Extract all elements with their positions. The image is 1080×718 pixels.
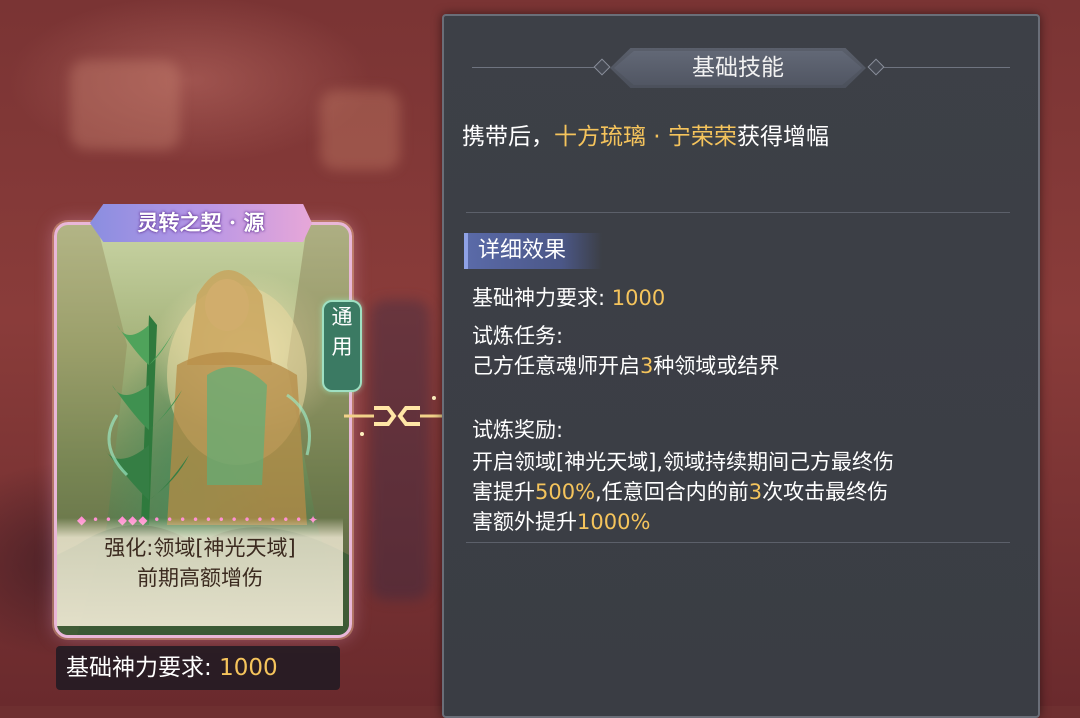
detail-section-title: 详细效果 bbox=[464, 233, 602, 269]
power-requirement: 基础神力要求: 1000 bbox=[472, 284, 1032, 312]
trial-reward-line: 害提升500%,任意回合内的前3次攻击最终伤 bbox=[472, 478, 1032, 506]
card-desc-line: 强化:领域[神光天域] bbox=[104, 536, 296, 560]
universal-tag-char: 用 bbox=[331, 335, 353, 359]
header-divider bbox=[472, 67, 602, 68]
power-req-value: 1000 bbox=[611, 286, 666, 310]
card-req-label: 基础神力要求: bbox=[66, 655, 220, 681]
carry-effect-text: 携带后，十方琉璃 · 宁荣荣获得增幅 bbox=[462, 120, 1022, 154]
reward-number: 3 bbox=[748, 480, 763, 504]
section-divider bbox=[466, 212, 1010, 213]
trial-task-pre: 己方任意魂师开启 bbox=[472, 354, 640, 378]
background-shape bbox=[370, 300, 430, 600]
reward-text: 害额外提升 bbox=[472, 510, 577, 534]
background-shape bbox=[320, 90, 400, 170]
trial-task-label: 试炼任务: bbox=[472, 324, 564, 348]
reward-percent: 1000% bbox=[577, 510, 651, 534]
carry-suffix: 获得增幅 bbox=[736, 124, 829, 150]
reward-percent: 500% bbox=[535, 480, 596, 504]
trial-task-number: 3 bbox=[640, 354, 654, 378]
panel-title: 基础技能 bbox=[692, 55, 784, 81]
power-req-label: 基础神力要求: bbox=[472, 286, 612, 310]
card-title: 灵转之契 · 源 bbox=[137, 210, 265, 235]
background-shape bbox=[70, 60, 180, 150]
section-divider bbox=[466, 542, 1010, 543]
trial-reward-line: 害额外提升1000% bbox=[472, 508, 1032, 536]
trial-task-text: 己方任意魂师开启3种领域或结界 bbox=[472, 352, 1032, 380]
header-divider bbox=[874, 67, 1010, 68]
trial-reward-line: 开启领域[神光天域],领域持续期间己方最终伤 bbox=[472, 450, 895, 474]
universal-tag: 通 用 bbox=[322, 300, 362, 392]
card-req-value: 1000 bbox=[219, 655, 278, 681]
carry-hero-name: 十方琉璃 · 宁荣荣 bbox=[554, 124, 737, 150]
card-description: 强化:领域[神光天域] 前期高额增伤 bbox=[57, 518, 343, 626]
carry-prefix: 携带后， bbox=[462, 124, 554, 150]
reward-text: 次攻击最终伤 bbox=[762, 480, 889, 504]
trial-task-post: 种领域或结界 bbox=[653, 354, 780, 378]
card-power-requirement: 基础神力要求: 1000 bbox=[56, 646, 340, 690]
reward-text: ,任意回合内的前 bbox=[595, 480, 749, 504]
reward-text: 害提升 bbox=[472, 480, 535, 504]
card-desc-line: 前期高额增伤 bbox=[137, 566, 263, 590]
trial-reward-label: 试炼奖励: bbox=[472, 418, 564, 442]
link-connector-icon bbox=[344, 396, 450, 436]
universal-tag-char: 通 bbox=[331, 305, 353, 329]
